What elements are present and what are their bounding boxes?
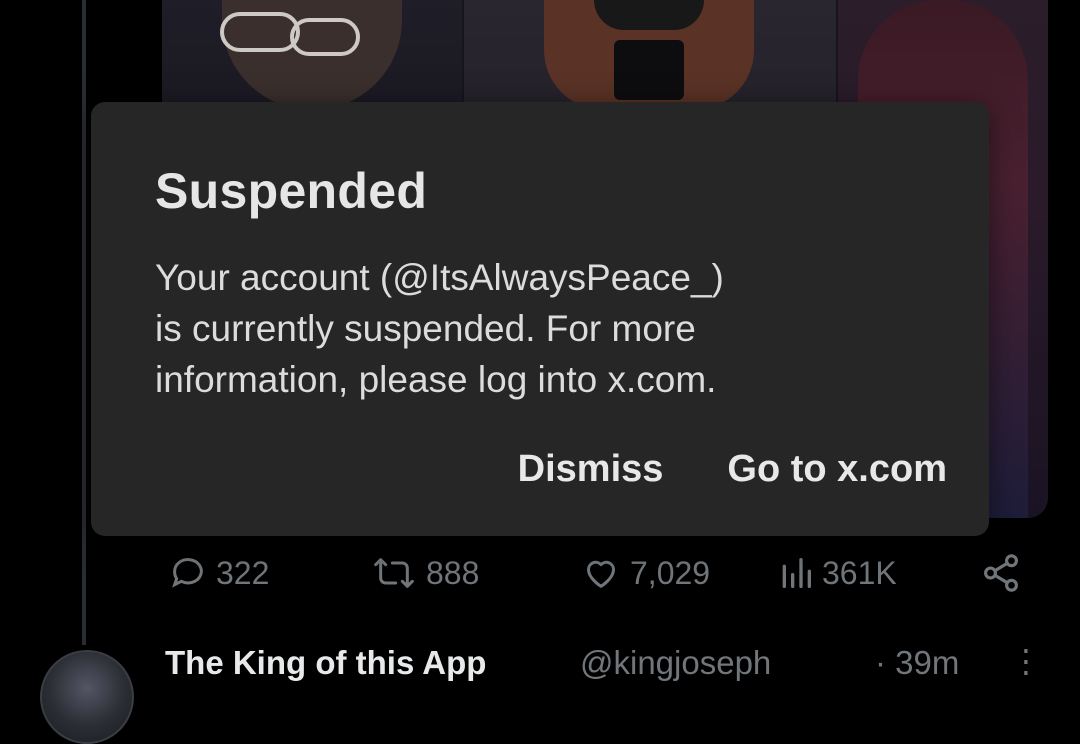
like-count: 7,029	[630, 554, 711, 591]
views-button[interactable]: 361K	[778, 545, 897, 601]
dismiss-button[interactable]: Dismiss	[518, 448, 664, 491]
tweet-timestamp: · 39m	[875, 644, 960, 681]
view-count: 361K	[822, 554, 897, 591]
repost-icon	[370, 553, 418, 593]
share-button[interactable]	[980, 545, 1022, 601]
reply-count: 322	[216, 554, 270, 591]
more-options-icon[interactable]: ⋮	[1010, 642, 1042, 680]
avatar[interactable]	[40, 650, 134, 744]
tweet-action-bar: 322 888 7,029 361K	[0, 545, 1080, 605]
reply-icon	[168, 553, 208, 593]
next-tweet[interactable]: The King of this App @kingjoseph · 39m ⋮	[0, 630, 1080, 744]
like-button[interactable]: 7,029	[580, 545, 710, 601]
reply-button[interactable]: 322	[168, 545, 269, 601]
author-handle[interactable]: @kingjoseph	[580, 644, 771, 682]
dialog-message-line: information, please log into x.com.	[155, 359, 717, 400]
dialog-actions: Dismiss Go to x.com	[518, 448, 947, 491]
repost-button[interactable]: 888	[370, 545, 479, 601]
views-icon	[778, 553, 814, 593]
dialog-message-line: is currently suspended. For more	[155, 308, 696, 349]
dialog-message: Your account (@ItsAlwaysPeace_) is curre…	[155, 252, 875, 405]
suspended-dialog: Suspended Your account (@ItsAlwaysPeace_…	[91, 102, 989, 536]
author-name[interactable]: The King of this App	[165, 644, 486, 682]
go-to-site-button[interactable]: Go to x.com	[727, 448, 947, 491]
dialog-title: Suspended	[155, 163, 428, 219]
share-icon	[980, 552, 1022, 594]
repost-count: 888	[426, 554, 480, 591]
heart-icon	[580, 553, 622, 593]
dialog-message-line: Your account (@ItsAlwaysPeace_)	[155, 257, 724, 298]
